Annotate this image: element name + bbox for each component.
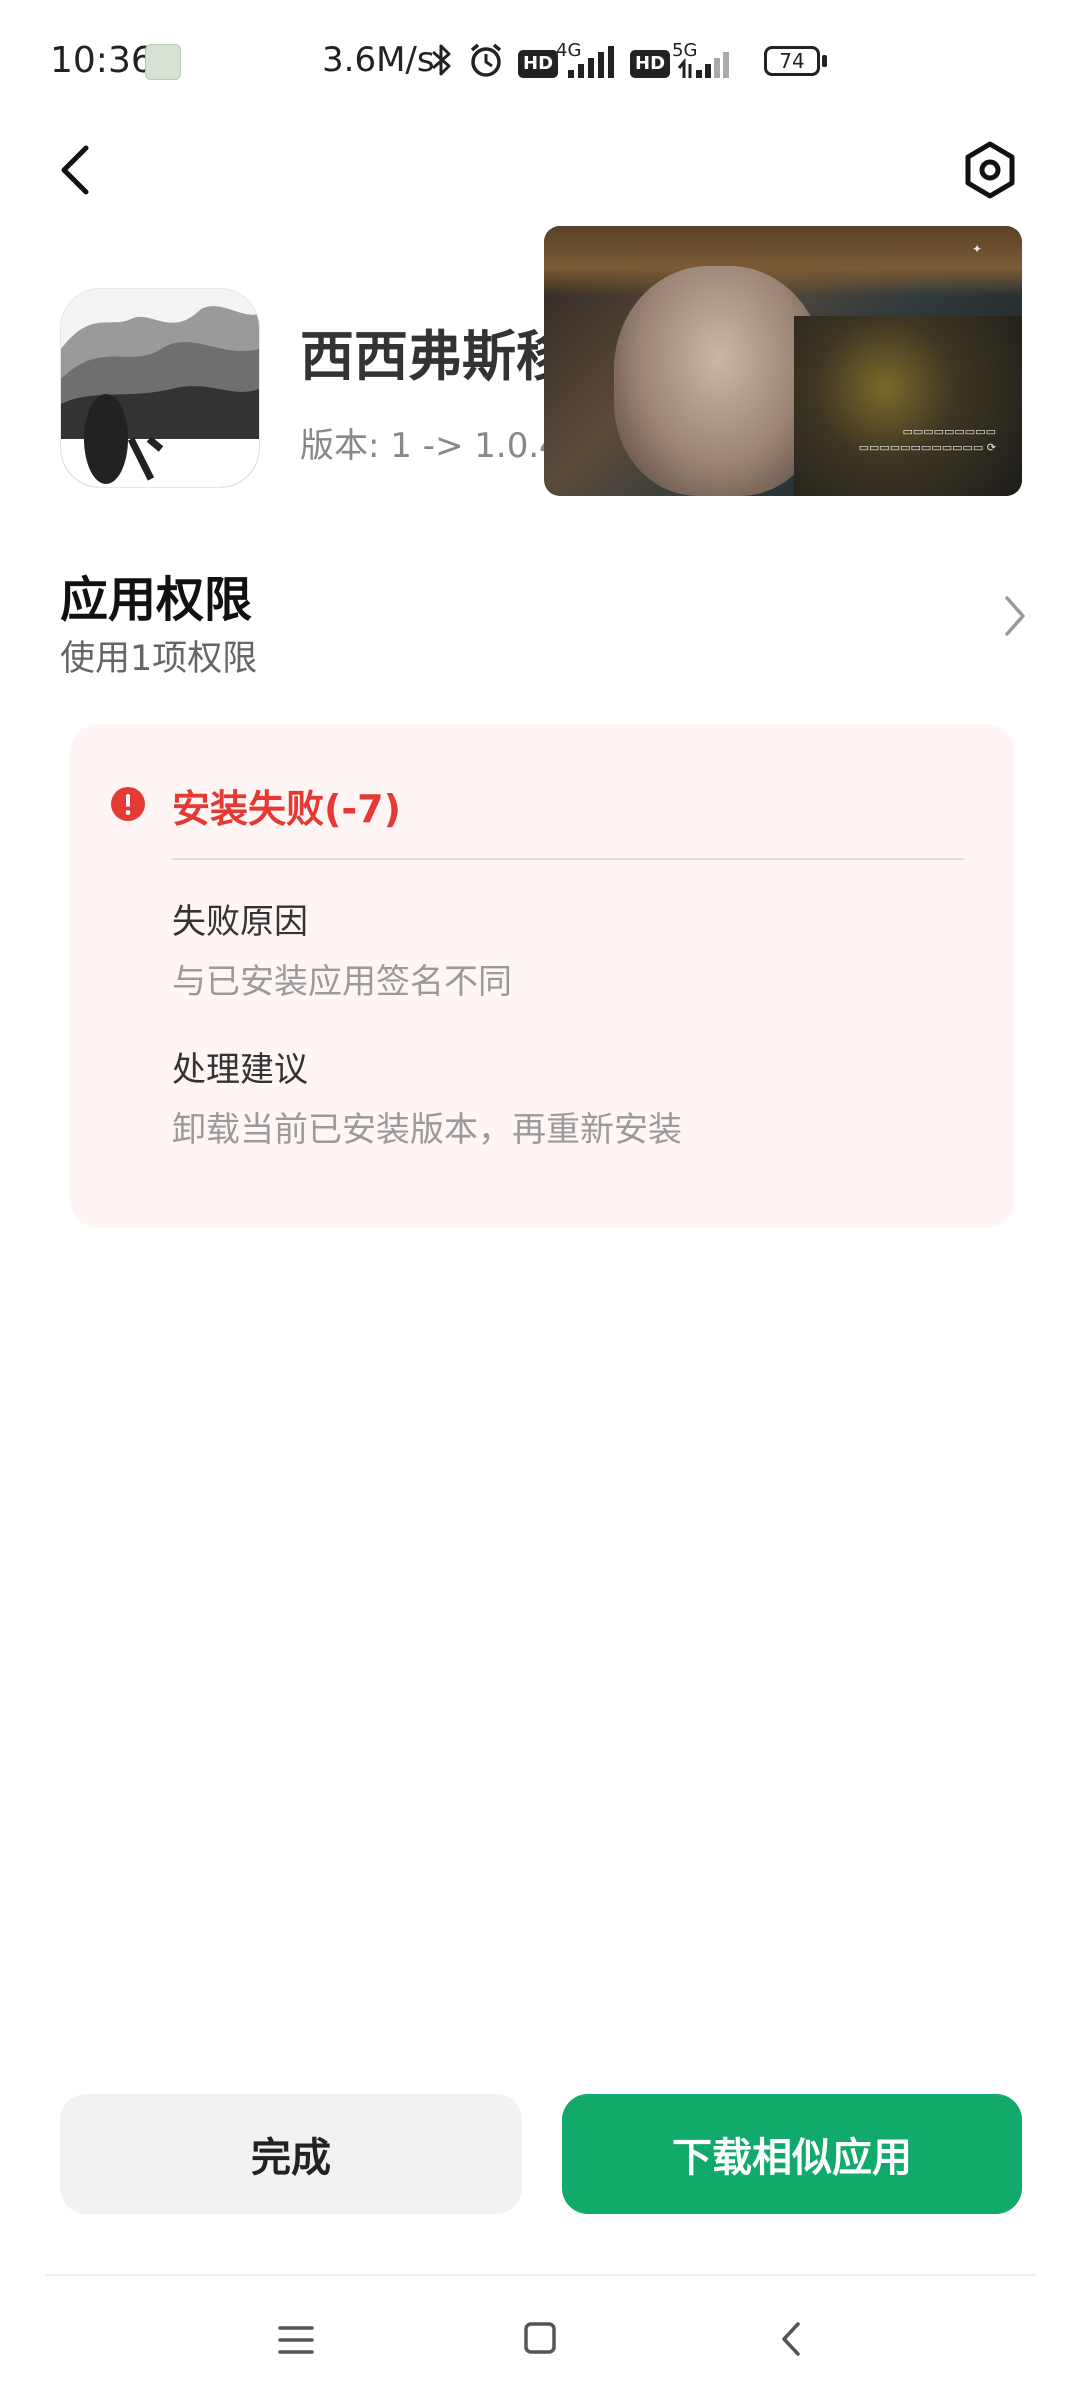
battery-indicator: 74 bbox=[764, 46, 820, 76]
failure-reason-text: 与已安装应用签名不同 bbox=[172, 962, 512, 1002]
hd-badge-1: HD bbox=[518, 50, 559, 78]
done-button[interactable]: 完成 bbox=[60, 2094, 522, 2214]
bluetooth-icon bbox=[432, 44, 451, 76]
menu-lines-icon[interactable] bbox=[276, 2320, 316, 2360]
chevron-right-icon[interactable] bbox=[1000, 592, 1030, 640]
status-time: 10:36 bbox=[50, 40, 154, 81]
battery-tip bbox=[822, 55, 827, 67]
floating-video-window[interactable]: ✦ ▭▭▭▭▭▭▭▭▭ ▭▭▭▭▭▭▭▭▭▭▭▭ ⟳ bbox=[544, 226, 1022, 496]
error-title: 安装失败(-7) bbox=[172, 787, 401, 831]
suggestion-text: 卸载当前已安装版本，再重新安装 bbox=[172, 1110, 682, 1150]
download-similar-apps-button[interactable]: 下载相似应用 bbox=[562, 2094, 1022, 2214]
hd-badge-2: HD bbox=[630, 50, 671, 78]
permissions-subtitle[interactable]: 使用1项权限 bbox=[60, 630, 257, 681]
back-icon[interactable] bbox=[50, 140, 100, 200]
signal-strength-icon-1 bbox=[568, 46, 614, 78]
permissions-title[interactable]: 应用权限 bbox=[60, 560, 252, 630]
home-square-icon[interactable] bbox=[522, 2318, 558, 2358]
video-face-shape bbox=[614, 266, 824, 496]
signal-strength-icon-2 bbox=[677, 52, 729, 78]
nav-divider bbox=[46, 2274, 1036, 2276]
video-armor-shape bbox=[794, 316, 1022, 496]
app-name: 西西弗斯移 bbox=[300, 325, 570, 388]
status-app-icon bbox=[145, 44, 181, 80]
app-version: 版本: 1 -> 1.0.4 bbox=[300, 426, 561, 466]
alarm-clock-icon bbox=[470, 43, 502, 77]
suggestion-label: 处理建议 bbox=[172, 1050, 308, 1090]
nav-back-icon[interactable] bbox=[776, 2318, 806, 2360]
video-overlay-text: ▭▭▭▭▭▭▭▭▭ ▭▭▭▭▭▭▭▭▭▭▭▭ ⟳ bbox=[858, 425, 996, 454]
settings-icon[interactable] bbox=[960, 140, 1020, 200]
app-icon bbox=[60, 288, 260, 488]
network-speed: 3.6M/s bbox=[322, 40, 435, 80]
video-watermark-logo: ✦ bbox=[971, 242, 982, 256]
failure-reason-label: 失败原因 bbox=[172, 902, 308, 942]
battery-level: 74 bbox=[779, 49, 805, 73]
error-divider bbox=[172, 858, 964, 860]
exclamation-circle-icon bbox=[111, 787, 145, 821]
